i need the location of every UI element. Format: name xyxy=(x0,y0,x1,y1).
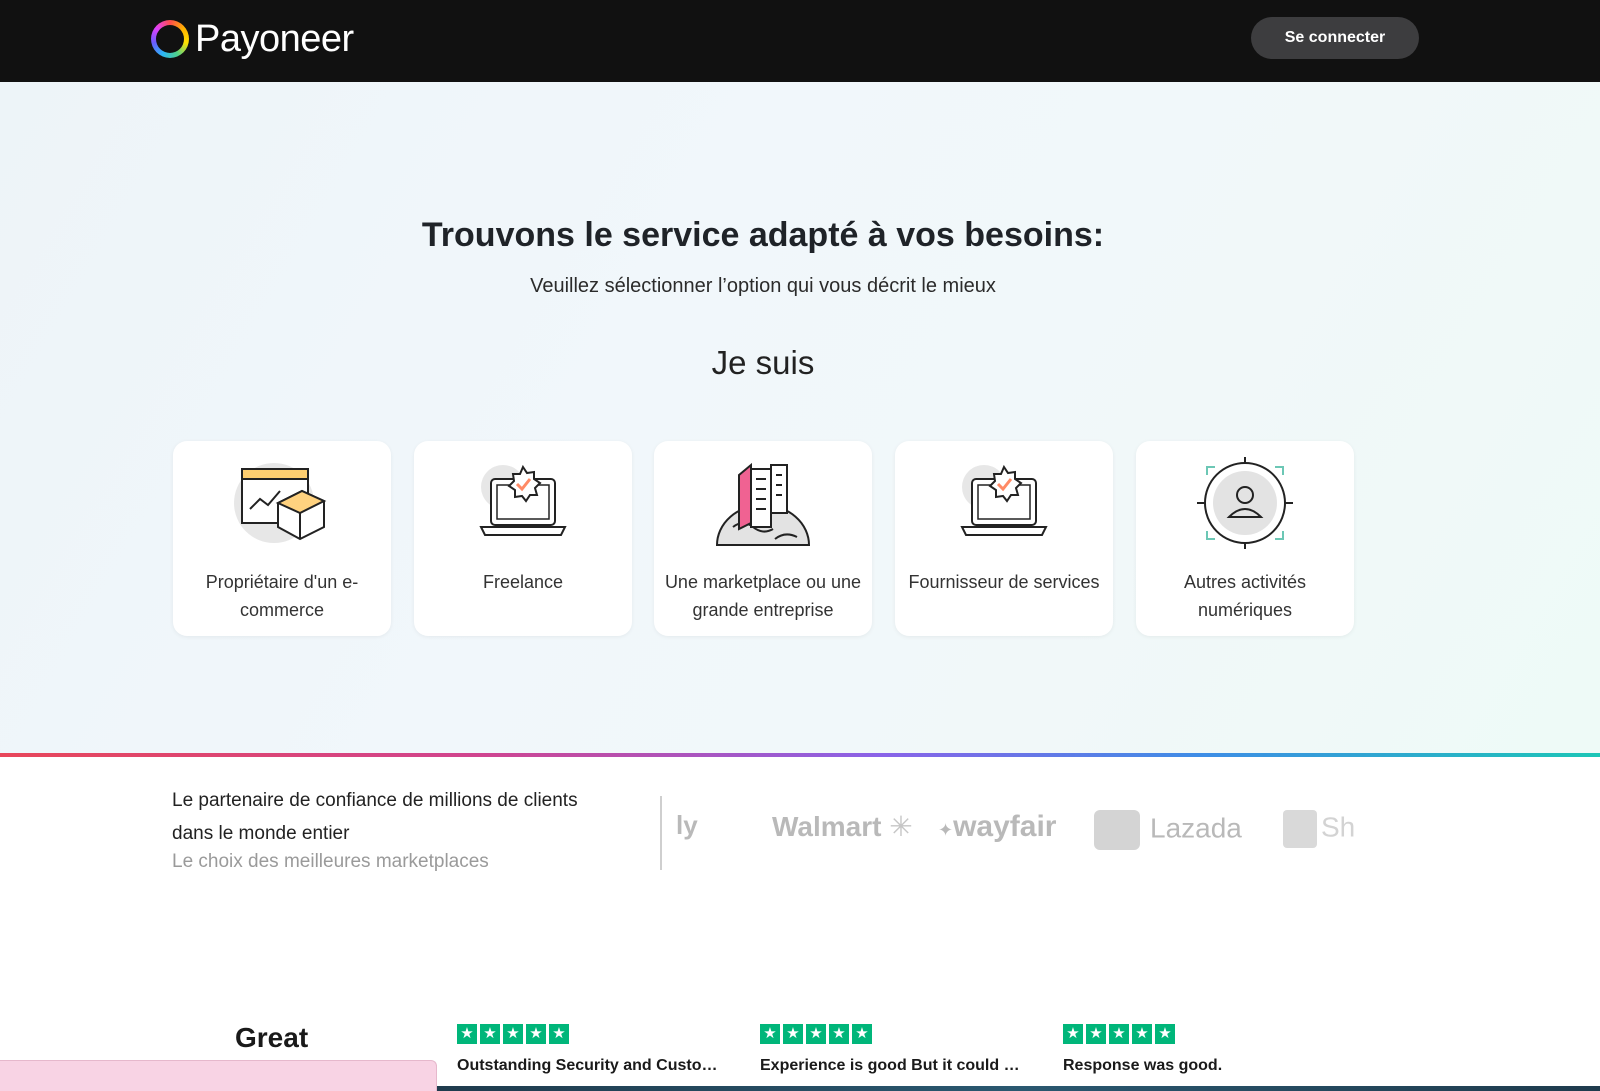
laptop-badge-icon xyxy=(479,464,567,536)
brand-name: Walmart xyxy=(772,811,882,842)
trust-title: Le partenaire de confiance de millions d… xyxy=(172,790,578,844)
walmart-logo: Walmart ✳ xyxy=(772,810,913,843)
review-card[interactable]: ★ ★ ★ ★ ★ Response was good. xyxy=(1063,1024,1333,1075)
star-icon: ★ xyxy=(760,1024,780,1044)
star-icon: ★ xyxy=(503,1024,523,1044)
signin-button[interactable]: Se connecter xyxy=(1251,17,1419,59)
star-rating: ★ ★ ★ ★ ★ xyxy=(457,1024,727,1044)
page-subtitle: Veuillez sélectionner l’option qui vous … xyxy=(530,275,996,297)
option-label: Propriétaire d'un e-commerce xyxy=(205,572,359,620)
gradient-divider xyxy=(0,753,1600,757)
brand-name: Lazada xyxy=(1150,812,1242,844)
option-label: Autres activités numériques xyxy=(1183,572,1307,620)
page-title: Trouvons le service adapté à vos besoins… xyxy=(421,216,1105,254)
wayfair-logo: ✦wayfair xyxy=(938,810,1056,844)
review-text: Experience is good But it could be bette… xyxy=(760,1057,1022,1074)
brand-name: Sho xyxy=(1321,811,1356,843)
option-card-service-provider[interactable]: Fournisseur de services xyxy=(895,441,1113,636)
option-card-other-digital[interactable]: Autres activités numériques xyxy=(1136,441,1354,636)
brand-logo: ly xyxy=(676,810,698,840)
selection-prompt: Je suis xyxy=(711,344,815,381)
star-rating: ★ ★ ★ ★ ★ xyxy=(1063,1024,1333,1044)
lazada-heart-icon xyxy=(1094,810,1140,850)
shopee-bag-icon xyxy=(1283,810,1317,848)
star-icon: ★ xyxy=(1086,1024,1106,1044)
option-card-freelance[interactable]: Freelance xyxy=(414,441,632,636)
shopee-logo: Sho xyxy=(1283,810,1356,848)
star-icon: ★ xyxy=(1155,1024,1175,1044)
ecommerce-box-icon xyxy=(234,463,327,543)
brand-logo-carousel: ly Walmart ✳ ✦wayfair Lazada Sho xyxy=(676,800,1356,860)
logo-text: Payoneer xyxy=(195,17,354,60)
lazada-logo: Lazada xyxy=(1094,810,1242,850)
star-icon: ★ xyxy=(457,1024,477,1044)
trustpilot-rating-word: Great xyxy=(235,1022,309,1053)
user-target-icon xyxy=(1197,457,1293,549)
top-navigation-bar: Payoneer Se connecter xyxy=(0,0,1600,82)
payoneer-ring-icon xyxy=(151,20,189,58)
wayfair-pinwheel-icon: ✦ xyxy=(938,820,954,840)
payoneer-logo[interactable]: Payoneer xyxy=(151,17,354,61)
review-card[interactable]: ★★★★★ Outstanding Security and Customer … xyxy=(457,1024,727,1075)
footer-strip xyxy=(437,1086,1600,1091)
option-label: Fournisseur de services xyxy=(908,572,1100,592)
star-icon: ★ xyxy=(549,1024,569,1044)
option-card-ecommerce[interactable]: Propriétaire d'un e-commerce xyxy=(173,441,391,636)
cookie-banner-edge[interactable] xyxy=(0,1060,437,1091)
star-icon: ★ xyxy=(1132,1024,1152,1044)
hero-section xyxy=(0,82,1600,754)
option-card-marketplace[interactable]: Une marketplace ou une grande entreprise xyxy=(654,441,872,636)
laptop-badge-icon xyxy=(960,464,1048,536)
star-icon: ★ xyxy=(526,1024,546,1044)
review-text: Response was good. xyxy=(1063,1057,1223,1074)
option-label: Freelance xyxy=(482,572,564,592)
star-icon: ★ xyxy=(1109,1024,1129,1044)
option-label: Une marketplace ou une grande entreprise xyxy=(664,572,862,620)
star-icon: ★ xyxy=(806,1024,826,1044)
review-card[interactable]: ★ ★ ★ ★ ★ Experience is good But it could be… xyxy=(760,1024,1030,1075)
star-rating: ★ ★ ★ ★ ★ xyxy=(760,1024,1030,1044)
brand-name: wayfair xyxy=(953,810,1057,843)
star-icon: ★ xyxy=(783,1024,803,1044)
trust-subtitle: Le choix des meilleures marketplaces xyxy=(172,851,489,872)
review-text: Outstanding Security and Customer Suppor… xyxy=(457,1057,719,1074)
star-icon: ★ xyxy=(829,1024,849,1044)
star-icon: ★ xyxy=(852,1024,872,1044)
star-icon: ★ xyxy=(480,1024,500,1044)
star-icon: ★ xyxy=(1063,1024,1083,1044)
buildings-globe-icon xyxy=(715,462,811,546)
walmart-spark-icon: ✳ xyxy=(889,811,913,842)
vertical-divider xyxy=(660,796,662,870)
